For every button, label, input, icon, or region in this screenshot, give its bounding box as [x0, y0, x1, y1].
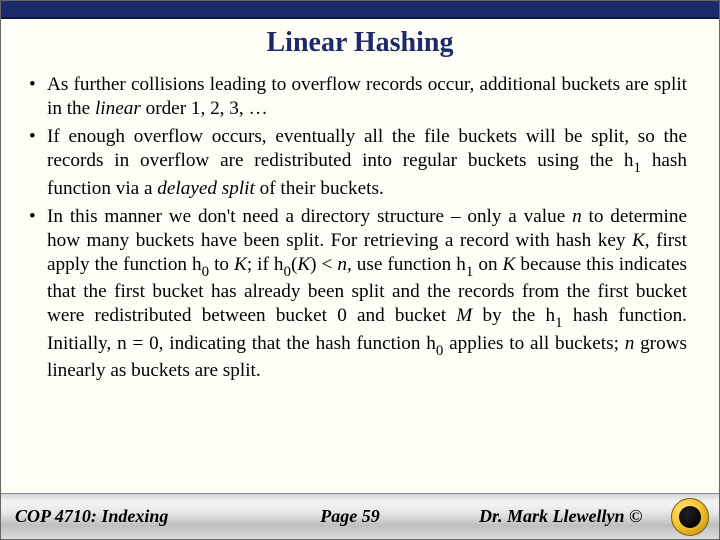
- text: applies to all buckets;: [443, 333, 624, 354]
- subscript: 1: [634, 160, 641, 176]
- subscript: 0: [283, 264, 290, 280]
- bullet-item: As further collisions leading to overflo…: [25, 73, 687, 121]
- slide-title: Linear Hashing: [1, 19, 719, 73]
- text-italic: M: [456, 305, 472, 326]
- bullet-list: As further collisions leading to overflo…: [25, 73, 687, 383]
- logo-inner-icon: [679, 506, 701, 528]
- slide-footer: COP 4710: Indexing Page 59 Dr. Mark Llew…: [1, 493, 719, 539]
- subscript: 1: [466, 264, 473, 280]
- text: on: [473, 254, 502, 275]
- bullet-item: If enough overflow occurs, eventually al…: [25, 125, 687, 201]
- footer-page: Page 59: [221, 506, 479, 527]
- slide: Linear Hashing As further collisions lea…: [0, 0, 720, 540]
- text-italic: K: [503, 254, 516, 275]
- text-italic: K: [632, 230, 645, 251]
- text: ) <: [310, 254, 337, 275]
- text-italic: linear: [95, 98, 141, 119]
- text-italic: n: [337, 254, 347, 275]
- text: If enough overflow occurs, eventually al…: [47, 126, 687, 171]
- subscript: 0: [202, 264, 209, 280]
- top-accent-bar: [1, 1, 719, 19]
- text: to: [209, 254, 234, 275]
- ucf-logo-icon: [671, 498, 709, 536]
- bullet-item: In this manner we don't need a directory…: [25, 205, 687, 384]
- text: of their buckets.: [255, 178, 384, 199]
- text: order 1, 2, 3, …: [141, 98, 268, 119]
- footer-course: COP 4710: Indexing: [1, 506, 221, 527]
- text: In this manner we don't need a directory…: [47, 206, 572, 227]
- text: , use function h: [347, 254, 466, 275]
- slide-body: As further collisions leading to overflo…: [1, 73, 719, 493]
- subscript: 0: [436, 343, 443, 359]
- text-italic: K: [297, 254, 310, 275]
- text-italic: delayed split: [157, 178, 255, 199]
- text-italic: K: [234, 254, 247, 275]
- text-italic: n: [625, 333, 635, 354]
- text: ; if h: [247, 254, 284, 275]
- text: by the h: [472, 305, 555, 326]
- subscript: 1: [555, 315, 562, 331]
- text-italic: n: [572, 206, 582, 227]
